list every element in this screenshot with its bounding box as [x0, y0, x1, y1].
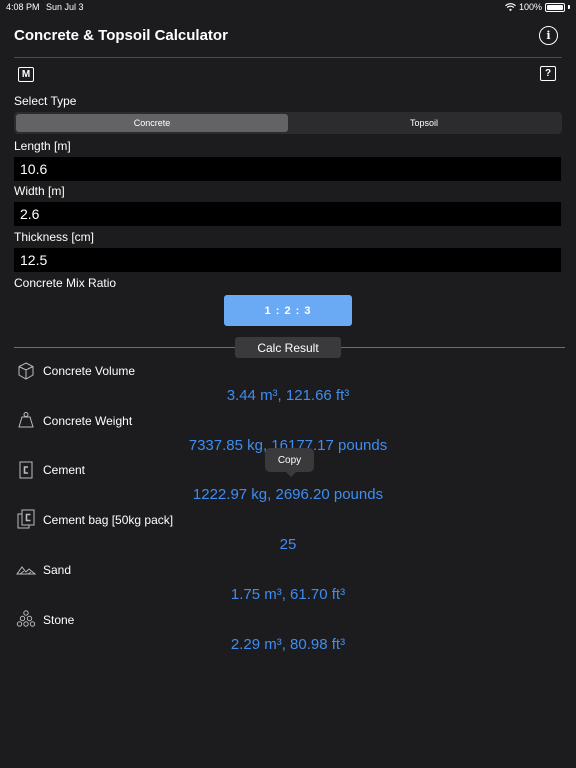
- result-label: Concrete Weight: [43, 414, 133, 428]
- status-right: 100%: [505, 2, 570, 12]
- status-bar: 4:08 PM Sun Jul 3 100%: [0, 0, 576, 14]
- status-date: Sun Jul 3: [46, 2, 84, 12]
- width-label: Width [m]: [14, 184, 65, 198]
- stone-icon: [16, 610, 36, 627]
- mix-ratio-label: Concrete Mix Ratio: [14, 276, 117, 290]
- header-divider: [14, 57, 562, 58]
- cement-icon: [19, 461, 33, 479]
- status-time: 4:08 PM: [6, 2, 40, 12]
- result-label: Sand: [43, 563, 72, 577]
- segment-topsoil[interactable]: Topsoil: [288, 114, 560, 132]
- thickness-input[interactable]: 12.5: [14, 248, 561, 272]
- select-type-label: Select Type: [14, 94, 77, 108]
- battery-icon: [545, 2, 565, 12]
- copy-tooltip[interactable]: Copy: [265, 448, 314, 477]
- calc-result-button[interactable]: Calc Result: [235, 337, 341, 358]
- thickness-label: Thickness [cm]: [14, 230, 95, 244]
- result-label: Stone: [43, 613, 75, 627]
- info-icon[interactable]: i: [539, 26, 558, 45]
- length-input[interactable]: 10.6: [14, 157, 561, 181]
- m-icon[interactable]: M: [18, 67, 34, 82]
- weight-icon: [18, 412, 34, 428]
- length-label: Length [m]: [14, 139, 71, 153]
- wifi-icon: [505, 3, 516, 11]
- cube-icon: [18, 362, 34, 380]
- width-input[interactable]: 2.6: [14, 202, 561, 226]
- cement-bags-icon: [17, 509, 35, 529]
- result-value[interactable]: 1222.97 kg, 2696.20 pounds: [0, 486, 576, 503]
- sand-icon: [16, 566, 36, 575]
- result-value[interactable]: 2.29 m³, 80.98 ft³: [0, 636, 576, 653]
- segment-concrete[interactable]: Concrete: [16, 114, 288, 132]
- mix-ratio-button[interactable]: 1 : 2 : 3: [224, 295, 352, 326]
- result-label: Concrete Volume: [43, 364, 136, 378]
- page-title: Concrete & Topsoil Calculator: [14, 27, 228, 44]
- battery-percent: 100%: [518, 2, 542, 12]
- result-value[interactable]: 25: [0, 536, 576, 553]
- result-label: Cement: [43, 463, 86, 477]
- result-value[interactable]: 3.44 m³, 121.66 ft³: [0, 387, 576, 404]
- battery-tip: [568, 5, 570, 9]
- help-icon[interactable]: ?: [540, 66, 556, 81]
- result-label: Cement bag [50kg pack]: [43, 513, 174, 527]
- type-segmented-control[interactable]: Concrete Topsoil: [14, 112, 562, 134]
- result-value[interactable]: 1.75 m³, 61.70 ft³: [0, 586, 576, 603]
